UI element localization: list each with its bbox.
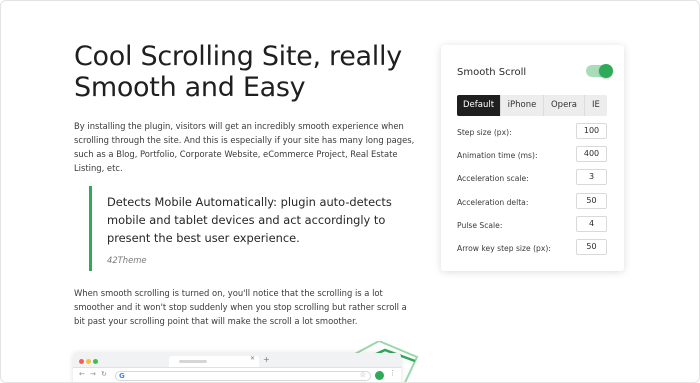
bookmark-star-icon: ☆	[359, 371, 366, 379]
browser-toolbar: ← → ↻ G ☆ ⋮	[73, 367, 401, 382]
reload-icon: ↻	[101, 370, 107, 378]
field-label: Acceleration delta:	[457, 197, 529, 207]
field-pulse-scale: Pulse Scale: 4	[457, 215, 607, 239]
settings-panel: Smooth Scroll Default iPhone Opera IE St…	[441, 45, 624, 271]
field-step-size: Step size (px): 100	[457, 123, 607, 146]
tab-iphone[interactable]: iPhone	[501, 95, 544, 116]
toggle-knob	[599, 64, 613, 78]
maximize-dot-icon	[93, 359, 98, 364]
arrow-key-step-input[interactable]: 50	[576, 238, 607, 255]
menu-icon: ⋮	[389, 369, 396, 377]
intro-paragraph: By installing the plugin, visitors will …	[74, 121, 415, 173]
tab-ie[interactable]: IE	[585, 95, 607, 116]
browser-mockup: ✕ + ← → ↻ G ☆ ⋮	[73, 353, 401, 382]
field-acceleration-delta: Acceleration delta: 50	[457, 192, 607, 216]
acceleration-delta-input[interactable]: 50	[576, 192, 607, 209]
new-tab-icon: +	[263, 355, 270, 364]
panel-title: Smooth Scroll	[457, 67, 527, 78]
blockquote: ” Detects Mobile Automatically: plugin a…	[89, 176, 414, 276]
body-paragraph: When smooth scrolling is turned on, you'…	[74, 288, 407, 326]
tab-opera[interactable]: Opera	[544, 95, 585, 116]
field-animation-time: Animation time (ms): 400	[457, 146, 607, 169]
google-icon: G	[119, 372, 125, 380]
extension-icon	[375, 371, 384, 380]
close-dot-icon	[79, 359, 84, 364]
tab-default[interactable]: Default	[457, 95, 501, 116]
animation-time-input[interactable]: 400	[576, 146, 607, 163]
back-icon: ←	[79, 370, 85, 378]
field-acceleration-scale: Acceleration scale: 3	[457, 169, 607, 192]
field-arrow-key-step: Arrow key step size (px): 50	[457, 238, 607, 262]
settings-fields: Step size (px): 100 Animation time (ms):…	[457, 123, 607, 262]
acceleration-scale-input[interactable]: 3	[576, 169, 607, 186]
forward-icon: →	[90, 370, 96, 378]
address-bar: G ☆	[115, 371, 371, 381]
browser-tabs: Default iPhone Opera IE	[457, 95, 607, 116]
minimize-dot-icon	[86, 359, 91, 364]
tab-close-icon: ✕	[250, 355, 256, 362]
quote-author: 42Theme	[107, 255, 147, 265]
field-label: Animation time (ms):	[457, 151, 538, 161]
field-label: Pulse Scale:	[457, 220, 503, 230]
quote-text: Detects Mobile Automatically: plugin aut…	[107, 195, 392, 245]
field-label: Acceleration scale:	[457, 174, 529, 184]
pulse-scale-input[interactable]: 4	[576, 215, 607, 232]
smooth-scroll-toggle[interactable]	[586, 64, 613, 78]
step-size-input[interactable]: 100	[576, 123, 607, 139]
page-frame: Cool Scrolling Site, really Smooth and E…	[0, 0, 700, 383]
field-label: Step size (px):	[457, 128, 512, 137]
tab-title-placeholder	[179, 360, 207, 363]
page-title: Cool Scrolling Site, really Smooth and E…	[74, 41, 402, 103]
field-label: Arrow key step size (px):	[457, 243, 551, 253]
